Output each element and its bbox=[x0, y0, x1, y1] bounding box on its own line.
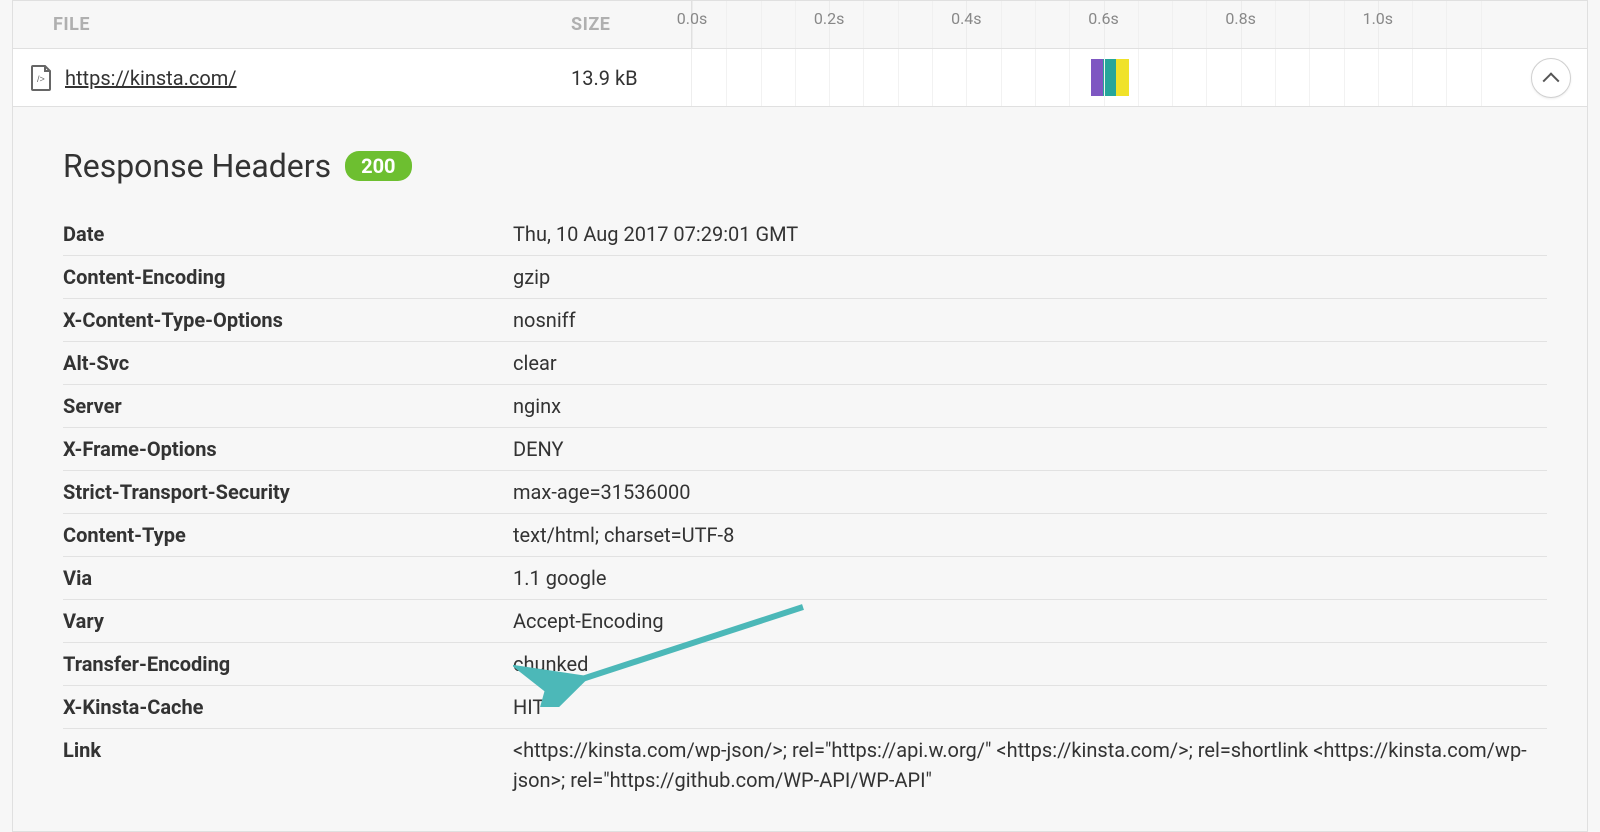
minor-tick bbox=[1035, 1, 1036, 48]
document-icon: /> bbox=[29, 65, 53, 91]
tick-label: 0.6s bbox=[1088, 9, 1118, 28]
minor-tick bbox=[898, 1, 899, 48]
minor-tick bbox=[932, 1, 933, 48]
header-value: Thu, 10 Aug 2017 07:29:01 GMT bbox=[513, 219, 1547, 249]
header-key: Via bbox=[63, 563, 513, 593]
file-size: 13.9 kB bbox=[571, 66, 691, 90]
header-value: nginx bbox=[513, 391, 1547, 421]
waterfall-segment bbox=[1091, 59, 1103, 96]
minor-tick bbox=[1481, 1, 1482, 48]
waterfall-bar bbox=[1091, 59, 1129, 96]
minor-tick bbox=[1172, 1, 1173, 48]
header-key: Transfer-Encoding bbox=[63, 649, 513, 679]
section-title: Response Headers 200 bbox=[63, 147, 1547, 185]
waterfall-segment bbox=[1103, 59, 1116, 96]
header-row: Content-Typetext/html; charset=UTF-8 bbox=[63, 513, 1547, 556]
header-key: Server bbox=[63, 391, 513, 421]
header-value: DENY bbox=[513, 434, 1547, 464]
minor-tick bbox=[726, 1, 727, 48]
header-value: Accept-Encoding bbox=[513, 606, 1547, 636]
header-key: Strict-Transport-Security bbox=[63, 477, 513, 507]
header-key: Link bbox=[63, 735, 513, 765]
status-badge: 200 bbox=[345, 151, 411, 181]
tick-label: 0.0s bbox=[677, 9, 707, 28]
header-value: chunked bbox=[513, 649, 1547, 679]
header-row: Servernginx bbox=[63, 384, 1547, 427]
tick-label: 0.4s bbox=[951, 9, 981, 28]
header-key: Vary bbox=[63, 606, 513, 636]
chevron-up-icon bbox=[1543, 72, 1560, 89]
header-row: Link<https://kinsta.com/wp-json/>; rel="… bbox=[63, 728, 1547, 801]
header-value: nosniff bbox=[513, 305, 1547, 335]
minor-tick bbox=[1001, 1, 1002, 48]
header-key: X-Content-Type-Options bbox=[63, 305, 513, 335]
header-row: X-Kinsta-CacheHIT bbox=[63, 685, 1547, 728]
collapse-button[interactable] bbox=[1531, 58, 1571, 98]
tick-label: 1.0s bbox=[1363, 9, 1393, 28]
header-value: <https://kinsta.com/wp-json/>; rel="http… bbox=[513, 735, 1547, 795]
header-row: DateThu, 10 Aug 2017 07:29:01 GMT bbox=[63, 213, 1547, 255]
minor-tick bbox=[1069, 1, 1070, 48]
file-row: /> https://kinsta.com/ 13.9 kB bbox=[13, 49, 1587, 107]
header-value: gzip bbox=[513, 262, 1547, 292]
header-row: Content-Encodinggzip bbox=[63, 255, 1547, 298]
minor-tick bbox=[1344, 1, 1345, 48]
header-row: Alt-Svcclear bbox=[63, 341, 1547, 384]
col-file-header: FILE bbox=[13, 14, 571, 35]
svg-text:/>: /> bbox=[37, 74, 45, 84]
minor-tick bbox=[795, 1, 796, 48]
header-value: clear bbox=[513, 348, 1547, 378]
header-key: Date bbox=[63, 219, 513, 249]
header-row: Transfer-Encodingchunked bbox=[63, 642, 1547, 685]
file-url-link[interactable]: https://kinsta.com/ bbox=[65, 66, 237, 90]
header-value: HIT bbox=[513, 692, 1547, 722]
header-value: max-age=31536000 bbox=[513, 477, 1547, 507]
header-row: Strict-Transport-Securitymax-age=3153600… bbox=[63, 470, 1547, 513]
minor-tick bbox=[761, 1, 762, 48]
header-row: X-Content-Type-Optionsnosniff bbox=[63, 298, 1547, 341]
file-cell: /> https://kinsta.com/ bbox=[13, 65, 571, 91]
header-value: 1.1 google bbox=[513, 563, 1547, 593]
header-row: X-Frame-OptionsDENY bbox=[63, 427, 1547, 470]
minor-tick bbox=[1206, 1, 1207, 48]
header-row: Via1.1 google bbox=[63, 556, 1547, 599]
header-value: text/html; charset=UTF-8 bbox=[513, 520, 1547, 550]
timeline-header: 0.0s0.2s0.4s0.6s0.8s1.0s bbox=[691, 1, 1515, 48]
headers-list: DateThu, 10 Aug 2017 07:29:01 GMTContent… bbox=[63, 213, 1547, 801]
waterfall-segment bbox=[1116, 59, 1129, 96]
header-key: Content-Encoding bbox=[63, 262, 513, 292]
tick-label: 0.2s bbox=[814, 9, 844, 28]
header-key: X-Kinsta-Cache bbox=[63, 692, 513, 722]
header-row: VaryAccept-Encoding bbox=[63, 599, 1547, 642]
minor-tick bbox=[1412, 1, 1413, 48]
section-title-text: Response Headers bbox=[63, 147, 331, 185]
tick-label: 0.8s bbox=[1225, 9, 1255, 28]
minor-tick bbox=[1309, 1, 1310, 48]
minor-tick bbox=[863, 1, 864, 48]
minor-tick bbox=[1446, 1, 1447, 48]
header-key: Alt-Svc bbox=[63, 348, 513, 378]
response-details: Response Headers 200 DateThu, 10 Aug 201… bbox=[13, 107, 1587, 831]
col-size-header: SIZE bbox=[571, 14, 691, 35]
waterfall-header: FILE SIZE 0.0s 0.2s 0.4s 0.6s 0.8s 1.0s bbox=[13, 1, 1587, 49]
minor-tick bbox=[1275, 1, 1276, 48]
header-key: X-Frame-Options bbox=[63, 434, 513, 464]
header-key: Content-Type bbox=[63, 520, 513, 550]
waterfall-panel: FILE SIZE 0.0s 0.2s 0.4s 0.6s 0.8s 1.0s /> ht… bbox=[12, 0, 1588, 832]
timeline-cell bbox=[691, 49, 1515, 106]
minor-tick bbox=[1138, 1, 1139, 48]
